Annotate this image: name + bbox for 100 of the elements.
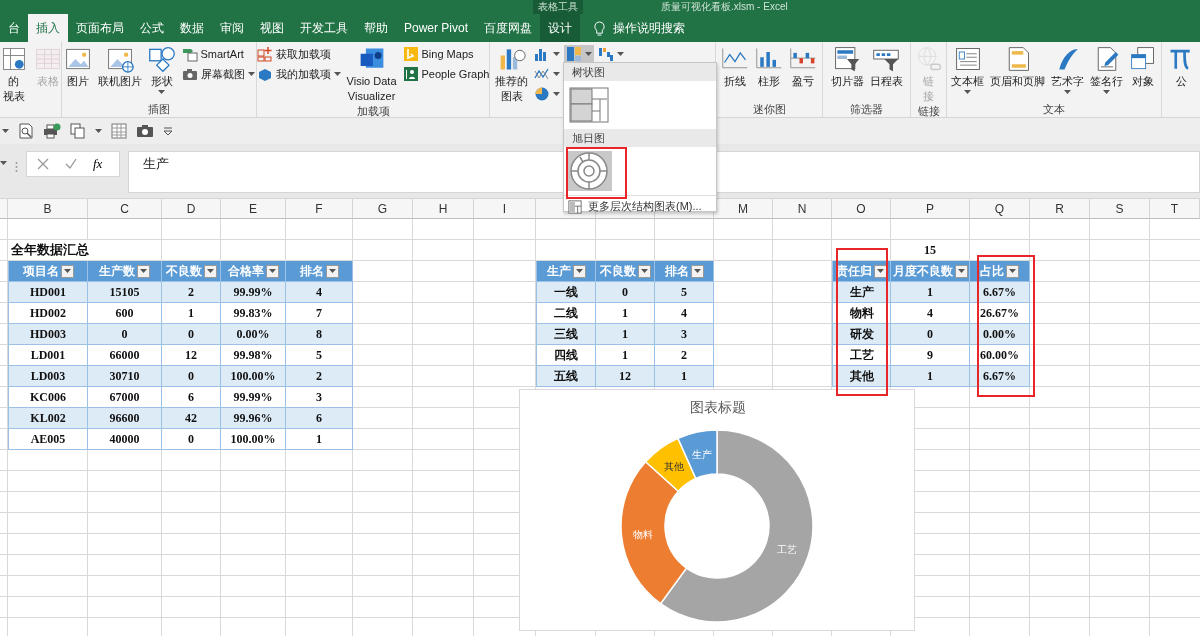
ribbon-tab[interactable]: 视图 — [252, 14, 292, 42]
treemap-chart-icon — [566, 46, 582, 62]
ribbon-tab[interactable]: 百度网盘 — [476, 14, 541, 42]
caret-icon — [877, 269, 884, 273]
group-label: 迷你图 — [751, 102, 787, 116]
filter-button[interactable] — [572, 264, 586, 278]
table-cell: 0.00% — [221, 324, 286, 345]
filter-button[interactable] — [637, 264, 651, 278]
table-cell: 40000 — [88, 429, 162, 450]
table-cell: HD001 — [8, 282, 88, 303]
chart-type-option[interactable] — [566, 85, 612, 125]
people-chart-icon — [402, 66, 419, 82]
ribbon-button[interactable]: 我的加载项 — [254, 65, 343, 83]
table-cell: 0 — [162, 324, 221, 345]
ribbon-button[interactable] — [564, 45, 594, 63]
ribbon-tab[interactable]: 审阅 — [212, 14, 252, 42]
filter-button[interactable] — [203, 264, 217, 278]
table-cell: 2 — [286, 366, 353, 387]
search-field[interactable]: 操作说明搜索 — [613, 19, 710, 37]
ribbon-button[interactable]: 公 — [1165, 44, 1197, 90]
print-preview-icon[interactable] — [18, 123, 34, 139]
ribbon-tab[interactable]: 数据 — [172, 14, 212, 42]
caret-icon — [328, 269, 336, 273]
table-cell: 一线 — [536, 282, 596, 303]
ribbon-button[interactable]: 联机图片 — [95, 44, 144, 90]
insert-function-button[interactable]: fx — [93, 156, 103, 172]
caret-icon — [140, 269, 147, 273]
ribbon-button[interactable]: 日程表 — [867, 44, 905, 90]
ribbon-button[interactable]: 柱形 — [753, 44, 786, 90]
caret-icon[interactable] — [95, 129, 102, 133]
table-cell: 0 — [596, 282, 655, 303]
customize-icon[interactable] — [163, 126, 173, 136]
caret-icon[interactable] — [2, 129, 9, 133]
ribbon-button[interactable]: Bing Maps — [400, 45, 492, 63]
table-cell: 4 — [891, 303, 970, 324]
caret-icon — [268, 269, 276, 273]
table-cell: 99.98% — [221, 345, 286, 366]
ribbon-tab[interactable]: 台 — [0, 14, 28, 42]
ribbon-tab[interactable]: 插入 — [28, 14, 68, 42]
table-cell: 1 — [891, 282, 970, 303]
table-cell: 研发 — [832, 324, 891, 345]
ribbon-button[interactable]: 折线 — [719, 44, 752, 90]
caret-icon — [617, 52, 624, 56]
ribbon-button[interactable]: 切片器 — [828, 44, 866, 90]
ribbon-tab[interactable]: Power Pivot — [396, 14, 477, 42]
ribbon-button[interactable]: 图片 — [61, 44, 94, 90]
printer-icon[interactable] — [43, 123, 61, 139]
enter-icon[interactable] — [65, 158, 77, 170]
treemap-chart-icon — [569, 87, 609, 123]
ribbon-button[interactable] — [596, 45, 626, 63]
table-cell: 1 — [286, 429, 353, 450]
caret-icon — [63, 269, 71, 273]
column-header: 月度不良数 — [892, 263, 953, 280]
filter-button[interactable] — [265, 264, 279, 278]
ribbon-button[interactable]: SmartArt — [179, 45, 257, 63]
ribbon-button[interactable]: 盈亏 — [787, 44, 820, 90]
ribbon-button[interactable]: 艺术字 — [1049, 44, 1086, 96]
ribbon-button[interactable]: 获取加载项 — [254, 45, 343, 63]
table-cell: 0 — [891, 324, 970, 345]
table-cell: KC006 — [8, 387, 88, 408]
table-cell: 4 — [286, 282, 353, 303]
filter-button[interactable] — [1006, 264, 1019, 278]
menu-item[interactable]: 更多层次结构图表(M)... — [564, 195, 716, 217]
ribbon-button[interactable]: People Graph — [400, 65, 492, 83]
table-cell: 2 — [655, 345, 714, 366]
filter-button[interactable] — [954, 264, 968, 278]
column-header: 占比 — [980, 263, 1004, 280]
ribbon-button[interactable]: 签名行 — [1088, 44, 1125, 96]
ribbon-button[interactable]: 文本框 — [949, 44, 986, 96]
ribbon-button[interactable]: 页眉和页脚 — [988, 44, 1047, 90]
table-cell: 12 — [596, 366, 655, 387]
ribbon-button[interactable]: 屏幕截图 — [179, 65, 257, 83]
caret-icon — [1064, 90, 1071, 95]
ribbon-button[interactable]: 形状 — [145, 44, 178, 96]
ribbon-button[interactable]: 对象 — [1127, 44, 1159, 90]
table-cell: 66000 — [88, 345, 162, 366]
ribbon-button[interactable]: 推荐的 图表 — [493, 44, 530, 105]
window-title: 质量可视化看板.xlsm - Excel — [661, 0, 788, 14]
ribbon-button[interactable]: Visio Data Visualizer — [344, 44, 399, 105]
caret-icon — [206, 269, 214, 273]
table-cell: 99.96% — [221, 408, 286, 429]
ribbon-tab[interactable]: 页面布局 — [68, 14, 132, 42]
filter-button[interactable] — [137, 264, 150, 278]
camera-icon[interactable] — [136, 123, 154, 139]
filter-button[interactable] — [60, 264, 74, 278]
ribbon-tab[interactable]: 开发工具 — [292, 14, 356, 42]
copy-icon[interactable] — [70, 123, 86, 139]
waterfall-chart-icon — [598, 46, 614, 62]
lightbulb-icon — [592, 20, 608, 36]
table-cell: 67000 — [88, 387, 162, 408]
table-cell: 1 — [596, 324, 655, 345]
ribbon-tab[interactable]: 帮助 — [356, 14, 396, 42]
ribbon-tab[interactable]: 公式 — [132, 14, 172, 42]
cancel-icon[interactable] — [37, 158, 49, 170]
chart-type-option[interactable] — [566, 151, 612, 191]
filter-button[interactable] — [690, 264, 704, 278]
ribbon-button[interactable]: 的 视表 — [0, 44, 30, 105]
caret-icon — [693, 269, 701, 273]
filter-button[interactable] — [325, 264, 339, 278]
ribbon-tab[interactable]: 设计 — [540, 14, 581, 42]
